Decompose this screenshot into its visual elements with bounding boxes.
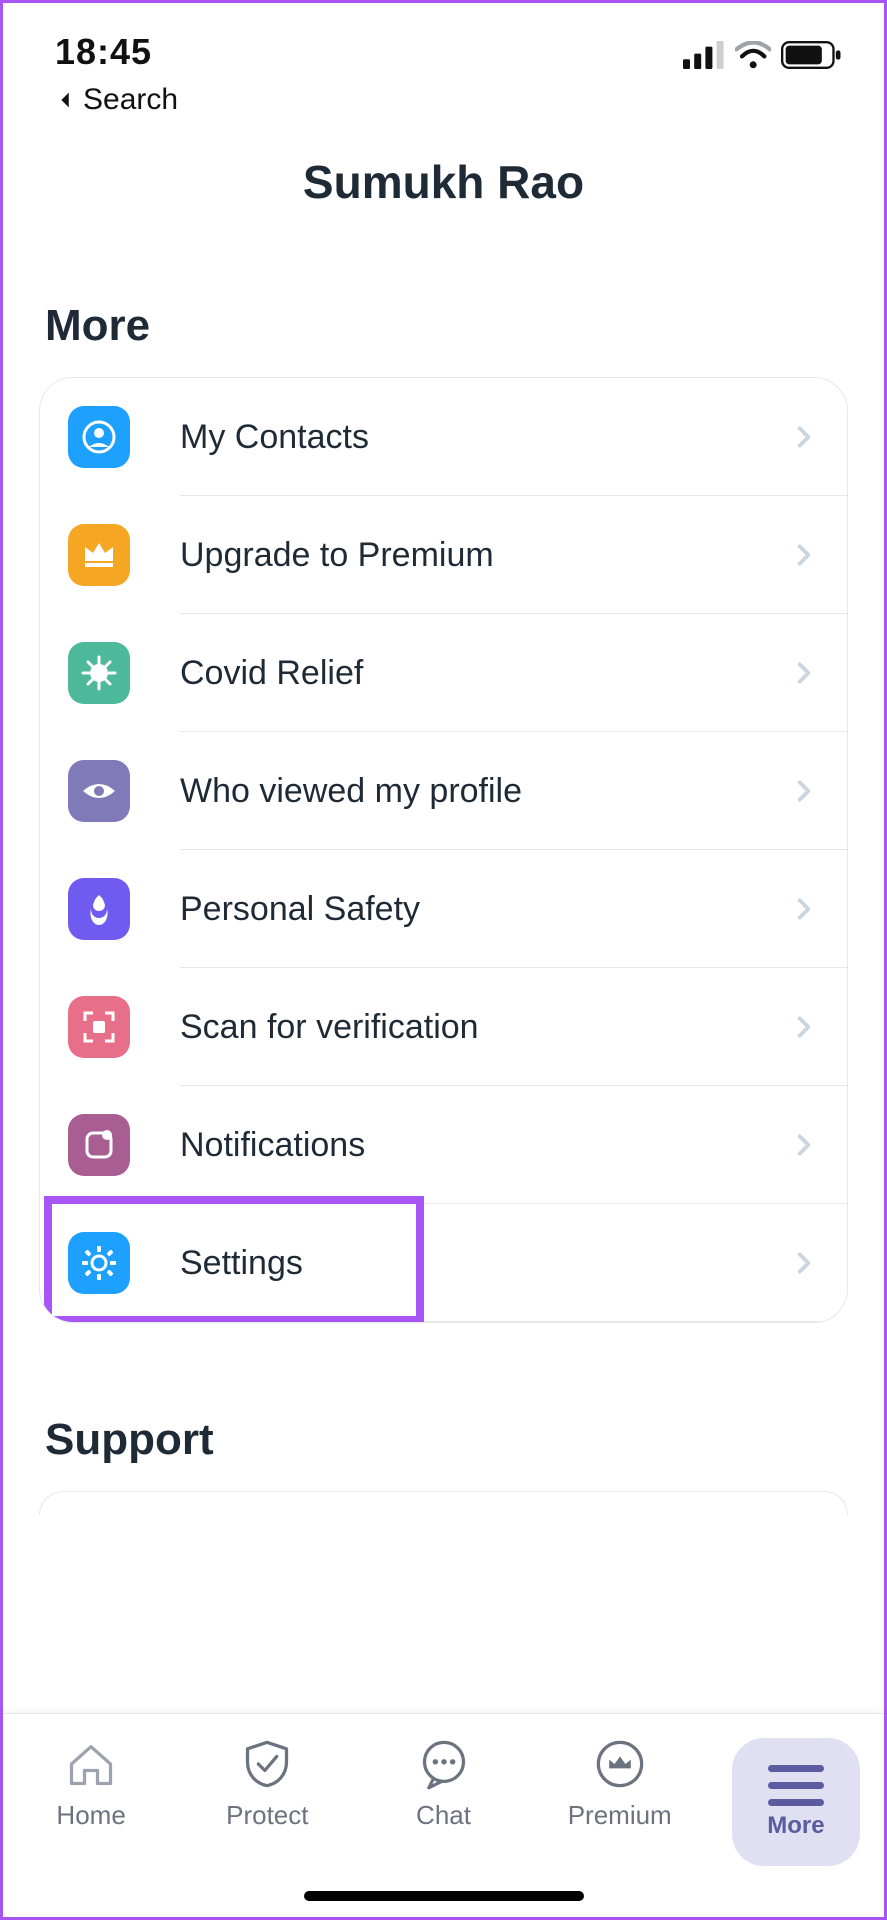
section-header-more: More [39, 301, 848, 351]
chevron-right-icon [791, 542, 817, 568]
list-item-label: My Contacts [180, 418, 791, 457]
chevron-right-icon [791, 1132, 817, 1158]
cellular-icon [683, 41, 725, 69]
page-title: Sumukh Rao [3, 155, 884, 209]
status-bar: 18:45 Search [3, 3, 884, 117]
tab-more[interactable]: More [732, 1738, 860, 1866]
list-item[interactable]: Scan for verification [40, 968, 847, 1086]
chevron-right-icon [791, 1250, 817, 1276]
tab-label: Premium [568, 1800, 672, 1831]
crown-icon [68, 524, 130, 586]
tab-chat[interactable]: Chat [355, 1738, 531, 1831]
tab-label: Chat [416, 1800, 471, 1831]
support-list [39, 1491, 848, 1515]
gear-icon [68, 1232, 130, 1294]
back-label: Search [83, 83, 178, 117]
chevron-right-icon [791, 896, 817, 922]
shield-check-icon [241, 1738, 293, 1790]
chevron-right-icon [791, 778, 817, 804]
tulip-icon [68, 878, 130, 940]
eye-icon [68, 760, 130, 822]
list-item[interactable]: Who viewed my profile [40, 732, 847, 850]
list-item-label: Upgrade to Premium [180, 536, 791, 575]
tab-label: Home [56, 1800, 125, 1831]
tab-label: Protect [226, 1800, 308, 1831]
qr-icon [68, 996, 130, 1058]
list-item[interactable]: Covid Relief [40, 614, 847, 732]
back-to-search[interactable]: Search [55, 83, 178, 117]
home-indicator[interactable] [304, 1891, 584, 1901]
virus-icon [68, 642, 130, 704]
home-icon [65, 1738, 117, 1790]
back-caret-icon [55, 89, 77, 111]
person-icon [68, 406, 130, 468]
tab-label: More [767, 1812, 824, 1840]
hamburger-icon [768, 1765, 824, 1806]
list-item-label: Personal Safety [180, 890, 791, 929]
more-list: My Contacts Upgrade to Premium Covid Relie… [39, 377, 848, 1323]
list-item-label: Who viewed my profile [180, 772, 791, 811]
list-item-label: Scan for verification [180, 1008, 791, 1047]
list-item[interactable]: Notifications [40, 1086, 847, 1204]
status-icons [683, 31, 842, 69]
chevron-right-icon [791, 1014, 817, 1040]
tab-protect[interactable]: Protect [179, 1738, 355, 1831]
list-item-label: Settings [180, 1244, 791, 1283]
list-item[interactable]: Settings [40, 1204, 847, 1322]
clock: 18:45 [55, 31, 178, 73]
battery-icon [781, 41, 842, 69]
tab-home[interactable]: Home [3, 1738, 179, 1831]
bell-icon [68, 1114, 130, 1176]
chat-icon [418, 1738, 470, 1790]
list-item-label: Covid Relief [180, 654, 791, 693]
section-header-support: Support [39, 1415, 848, 1465]
list-item[interactable]: My Contacts [40, 378, 847, 496]
wifi-icon [735, 41, 771, 69]
list-item[interactable]: Upgrade to Premium [40, 496, 847, 614]
list-item[interactable]: Personal Safety [40, 850, 847, 968]
tab-bar: Home Protect Chat Premium More [3, 1713, 884, 1917]
tab-premium[interactable]: Premium [532, 1738, 708, 1831]
chevron-right-icon [791, 660, 817, 686]
crown-circle-icon [594, 1738, 646, 1790]
list-item-label: Notifications [180, 1126, 791, 1165]
chevron-right-icon [791, 424, 817, 450]
